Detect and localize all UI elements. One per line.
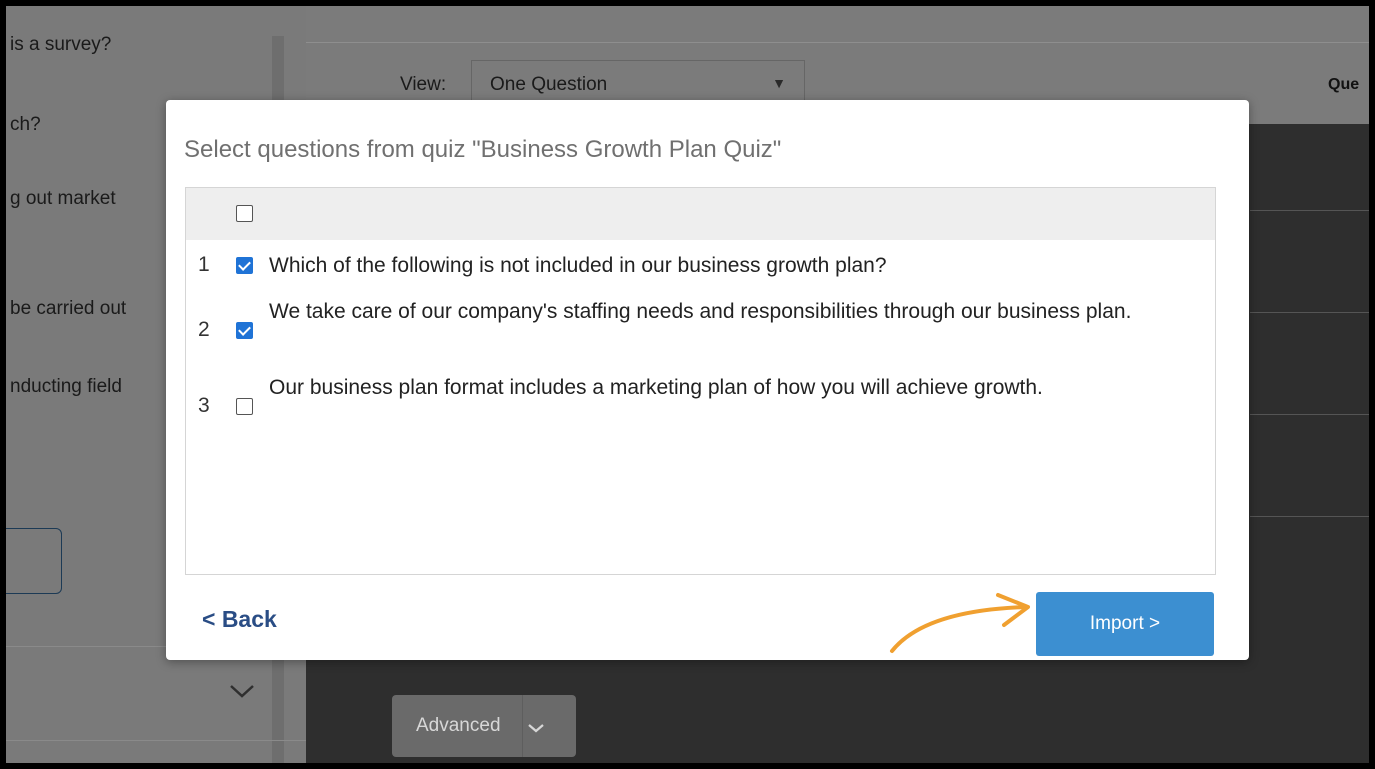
sidebar-item[interactable]: is a survey? bbox=[10, 34, 111, 56]
divider bbox=[522, 695, 523, 757]
question-row[interactable]: 2 We take care of our company's staffing… bbox=[186, 292, 1215, 372]
sidebar-button[interactable] bbox=[6, 528, 62, 594]
question-number: 1 bbox=[198, 253, 210, 276]
sidebar-item[interactable]: g out market bbox=[10, 188, 116, 210]
advanced-label: Advanced bbox=[416, 715, 501, 736]
question-checkbox[interactable] bbox=[236, 398, 253, 415]
question-number: 2 bbox=[198, 318, 210, 341]
sidebar-item[interactable]: nducting field bbox=[10, 376, 122, 398]
app-frame: is a survey? ch? g out market be carried… bbox=[6, 6, 1369, 763]
question-row[interactable]: 1 Which of the following is not included… bbox=[186, 240, 1215, 292]
dialog-title: Select questions from quiz "Business Gro… bbox=[184, 136, 782, 163]
question-text: Which of the following is not included i… bbox=[269, 254, 887, 277]
sidebar-item[interactable]: be carried out bbox=[10, 298, 126, 320]
question-text: We take care of our company's staffing n… bbox=[269, 300, 1132, 323]
back-button[interactable]: < Back bbox=[202, 606, 277, 633]
row-divider bbox=[1250, 312, 1369, 313]
advanced-button[interactable]: Advanced bbox=[392, 695, 576, 757]
view-label: View: bbox=[400, 74, 447, 95]
sidebar-divider bbox=[6, 740, 306, 741]
right-header-label: Que bbox=[1328, 76, 1360, 93]
import-button[interactable]: Import > bbox=[1036, 592, 1214, 656]
questions-list: 1 Which of the following is not included… bbox=[185, 187, 1216, 575]
view-select-value: One Question bbox=[490, 74, 608, 95]
question-checkbox[interactable] bbox=[236, 257, 253, 274]
toolbar-divider bbox=[306, 42, 1369, 43]
chevron-down-icon bbox=[528, 724, 544, 733]
row-divider bbox=[1250, 516, 1369, 517]
select-all-checkbox[interactable] bbox=[236, 205, 253, 222]
question-row[interactable]: 3 Our business plan format includes a ma… bbox=[186, 372, 1215, 452]
question-text: Our business plan format includes a mark… bbox=[269, 376, 1043, 399]
question-number: 3 bbox=[198, 394, 210, 417]
sidebar-item[interactable]: ch? bbox=[10, 114, 41, 136]
caret-down-icon: ▼ bbox=[772, 75, 786, 91]
arrow-icon bbox=[890, 593, 1030, 653]
row-divider bbox=[1250, 210, 1369, 211]
chevron-down-icon[interactable] bbox=[228, 682, 256, 700]
row-divider bbox=[1250, 414, 1369, 415]
select-questions-dialog: Select questions from quiz "Business Gro… bbox=[166, 100, 1249, 660]
questions-list-header bbox=[186, 188, 1215, 240]
question-checkbox[interactable] bbox=[236, 322, 253, 339]
